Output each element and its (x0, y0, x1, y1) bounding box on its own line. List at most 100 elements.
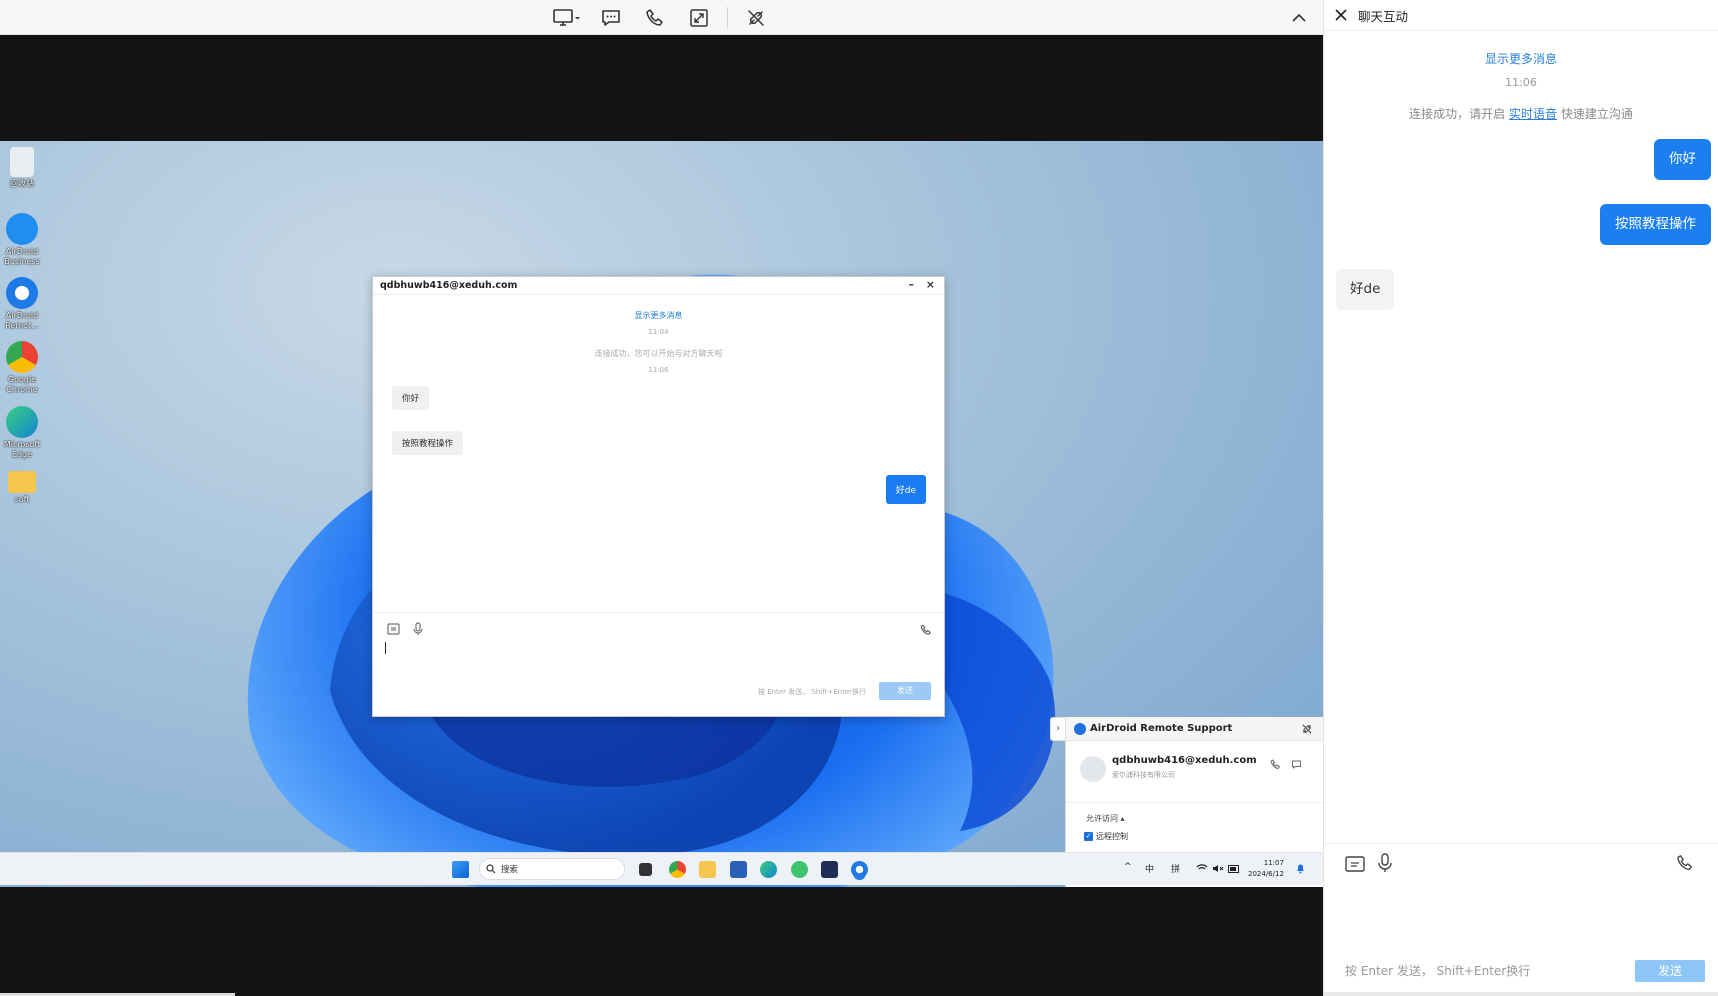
chat-icon[interactable] (1291, 759, 1302, 770)
chat-button[interactable] (589, 4, 633, 31)
disconnect-button[interactable] (734, 4, 778, 31)
checkbox-checked-icon: ✓ (1084, 832, 1093, 841)
toolbar-divider (727, 7, 728, 29)
remote-toolbar (0, 0, 1323, 35)
clock-date: 2024/6/12 (1248, 870, 1284, 878)
store-icon[interactable] (730, 861, 747, 878)
monitor-select-icon (553, 8, 580, 26)
ime-mode[interactable]: 拼 (1171, 862, 1180, 875)
file-explorer-icon[interactable] (699, 861, 716, 878)
chat-bubble-sent: 按照教程操作 (1600, 204, 1711, 245)
panel-header: AirDroid Remote Support (1066, 717, 1323, 741)
search-placeholder: 搜索 (501, 865, 519, 875)
chat-bubble-received: 好de (1336, 269, 1395, 310)
desktop-icon-soft[interactable]: soft (2, 471, 42, 505)
phone-icon[interactable] (920, 624, 932, 636)
file-icon[interactable] (387, 623, 400, 635)
ime-language[interactable]: 中 (1145, 862, 1154, 875)
fullscreen-button[interactable] (677, 4, 721, 31)
task-view-icon[interactable] (639, 863, 652, 876)
chat-bubble-received: 按照教程操作 (392, 431, 464, 455)
edge-icon (6, 406, 38, 438)
taskbar-search[interactable]: 搜索 (479, 858, 625, 880)
collapse-toolbar-button[interactable] (1286, 5, 1312, 31)
allow-access-toggle[interactable]: 允许访问 ▴ (1086, 813, 1125, 824)
disconnect-icon[interactable] (1301, 723, 1313, 735)
monitor-select-button[interactable] (545, 4, 589, 31)
divider (1066, 802, 1323, 803)
desktop-icon-label: 回收站 (10, 179, 34, 188)
send-button[interactable]: 发送 (879, 682, 931, 700)
chevron-up-icon (1292, 13, 1306, 22)
notification-bell-icon[interactable] (1296, 864, 1305, 874)
system-message: 连接成功，您可以开始与对方聊天啦 (594, 349, 723, 358)
sidebar-bottom-bar (1324, 992, 1718, 996)
fullscreen-icon (690, 8, 708, 27)
show-more-messages-link[interactable]: 显示更多消息 (1324, 50, 1718, 67)
call-button[interactable] (633, 4, 677, 31)
disconnect-icon (748, 9, 764, 26)
airdroid-logo-icon (1074, 723, 1086, 735)
battery-icon[interactable] (1228, 865, 1240, 873)
tray-chevron-up-icon[interactable]: ^ (1124, 862, 1132, 872)
windows-taskbar: 搜索 ^ 中 拼 11:07 2024/6/12 (0, 852, 1323, 885)
panel-expand-button[interactable]: › (1050, 717, 1065, 741)
wifi-icon[interactable] (1196, 864, 1208, 873)
microphone-icon[interactable] (413, 622, 423, 636)
remote-chat-input-toolbar (373, 612, 944, 642)
desktop-icon-label: Google Chrome (6, 375, 38, 394)
file-icon[interactable] (1345, 855, 1365, 873)
desktop-icon-airdroid-business[interactable]: AirDroid Business (2, 213, 42, 267)
app-icon[interactable] (821, 861, 838, 878)
volume-muted-icon[interactable] (1212, 864, 1224, 873)
airdroid-remote-icon[interactable] (851, 861, 868, 878)
chat-bubble-sent: 你好 (1654, 139, 1711, 180)
desktop-icon-chrome[interactable]: Google Chrome (2, 341, 42, 395)
desktop-icon-label: AirDroid Remot... (5, 311, 39, 330)
remote-control-checkbox[interactable]: ✓ 远程控制 (1084, 831, 1128, 842)
send-hint: 按 Enter 发送， Shift+Enter换行 (757, 688, 866, 696)
remote-screen-area[interactable]: 回收站 AirDroid Business AirDroid Remot... … (0, 35, 1323, 996)
phone-icon[interactable] (1270, 759, 1281, 770)
close-sidebar-button[interactable] (1324, 0, 1358, 31)
remote-chat-window[interactable]: qdbhuwb416@xeduh.com – × 显示更多消息 11:04 连接… (372, 276, 945, 717)
connected-user: qdbhuwb416@xeduh.com 爱尔浦科技有限公司 (1080, 753, 1310, 793)
microphone-icon[interactable] (1378, 853, 1392, 873)
search-icon (486, 864, 496, 874)
user-organization: 爱尔浦科技有限公司 (1112, 771, 1175, 779)
recycle-bin-icon (10, 147, 34, 177)
desktop-icon-label: AirDroid Business (4, 247, 40, 266)
chat-input-toolbar (1324, 843, 1718, 883)
phone-icon[interactable] (1676, 854, 1694, 872)
panel-title: AirDroid Remote Support (1090, 723, 1233, 734)
remote-desktop[interactable]: 回收站 AirDroid Business AirDroid Remot... … (0, 141, 1323, 887)
chat-sidebar: 聊天互动 显示更多消息 11:06 连接成功，请开启 实时语音 快速建立沟通 你… (1323, 0, 1718, 996)
show-more-messages-link[interactable]: 显示更多消息 (373, 310, 944, 321)
send-hint: 按 Enter 发送， Shift+Enter换行 (1345, 964, 1531, 978)
remote-chat-title-bar: qdbhuwb416@xeduh.com – × (373, 277, 944, 295)
airdroid-remote-icon (6, 277, 38, 309)
close-icon (1335, 9, 1347, 21)
chat-sidebar-title: 聊天互动 (1358, 8, 1409, 24)
taskbar-clock[interactable]: 11:07 2024/6/12 (1248, 858, 1284, 880)
avatar (1080, 756, 1106, 782)
desktop-icon-edge[interactable]: Microsoft Edge (2, 406, 42, 460)
system-message-text: 连接成功，请开启 (1409, 107, 1506, 121)
desktop-icon-airdroid-remote[interactable]: AirDroid Remot... (2, 277, 42, 331)
realtime-voice-link[interactable]: 实时语音 (1509, 107, 1557, 121)
desktop-icon-label: soft (14, 495, 30, 504)
start-icon[interactable] (452, 861, 469, 878)
system-message-text: 快速建立沟通 (1560, 107, 1633, 121)
chrome-icon[interactable] (669, 861, 686, 878)
send-button[interactable]: 发送 (1635, 960, 1705, 982)
close-button[interactable]: × (926, 278, 935, 291)
app-icon[interactable] (791, 861, 808, 878)
minimize-button[interactable]: – (909, 278, 915, 291)
text-caret (385, 642, 386, 654)
desktop-icon-recycle-bin[interactable]: 回收站 (2, 147, 42, 189)
airdroid-business-icon (6, 213, 38, 245)
edge-icon[interactable] (760, 861, 777, 878)
message-timestamp: 11:06 (1505, 76, 1537, 89)
chat-icon (602, 9, 620, 26)
chrome-icon (6, 341, 38, 373)
